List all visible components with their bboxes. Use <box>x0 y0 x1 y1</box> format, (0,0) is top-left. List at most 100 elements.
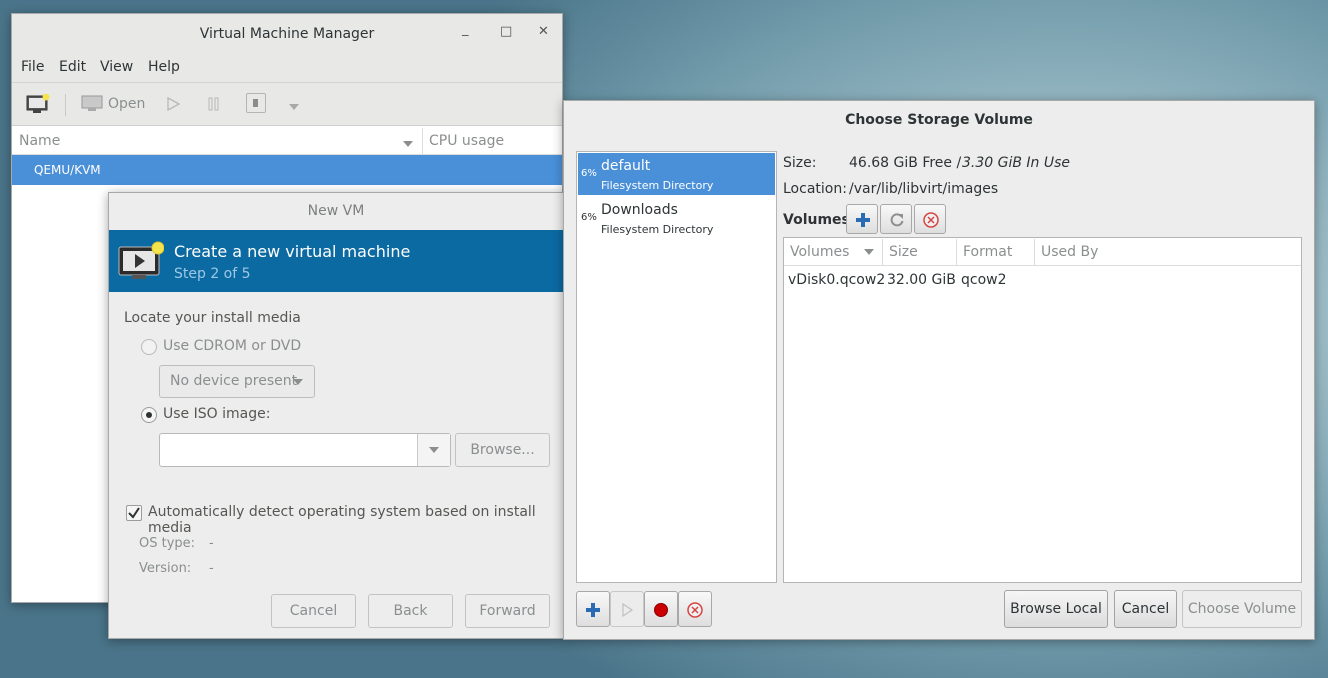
choose-volume-label: Choose Volume <box>1187 601 1297 617</box>
sort-chevron-icon <box>402 137 414 152</box>
pool-usage: 6% <box>581 168 597 179</box>
delete-volume-button[interactable] <box>914 204 946 234</box>
back-button[interactable]: Back <box>368 594 453 628</box>
play-icon <box>622 602 634 618</box>
iso-label: Use ISO image: <box>163 406 271 422</box>
iso-radio[interactable] <box>141 407 157 423</box>
volume-format: qcow2 <box>961 272 1007 288</box>
chevron-down-icon <box>293 379 303 385</box>
iso-dropdown-button[interactable] <box>417 434 450 466</box>
device-select[interactable]: No device present <box>159 365 315 398</box>
location-label: Location: <box>783 181 847 197</box>
start-pool-button[interactable] <box>610 591 644 627</box>
storage-dialog: Choose Storage Volume 6% default Filesys… <box>563 100 1315 640</box>
wizard-header <box>109 230 563 292</box>
column-divider <box>882 239 883 265</box>
chevron-down-icon <box>429 447 439 453</box>
menu-file[interactable]: File <box>21 59 44 75</box>
refresh-volumes-button[interactable] <box>880 204 912 234</box>
cancel-label: Cancel <box>289 603 338 619</box>
monitor-icon <box>81 95 103 117</box>
pool-usage: 6% <box>581 212 597 223</box>
refresh-icon <box>890 213 904 227</box>
open-button[interactable]: Open <box>108 96 145 112</box>
header-format[interactable]: Format <box>963 244 1012 260</box>
volumes-table: Volumes Size Format Used By vDisk0.qcow2… <box>783 237 1302 583</box>
pool-type: Filesystem Directory <box>601 223 714 236</box>
pool-list: 6% default Filesystem Directory 6% Downl… <box>576 151 777 583</box>
maximize-icon[interactable]: □ <box>500 24 512 39</box>
new-vm-icon[interactable] <box>26 93 50 114</box>
version-value: - <box>209 561 214 576</box>
wizard-title: Create a new virtual machine <box>174 242 411 261</box>
vmm-menubar <box>12 58 562 82</box>
connection-label: QEMU/KVM <box>34 163 101 177</box>
stop-pool-button[interactable] <box>644 591 678 627</box>
volume-size: 32.00 GiB <box>887 272 956 288</box>
vmm-title: Virtual Machine Manager <box>199 26 375 42</box>
header-size[interactable]: Size <box>889 244 918 260</box>
vm-wizard-icon <box>118 241 165 285</box>
delete-icon <box>923 212 939 228</box>
add-volume-button[interactable] <box>846 204 878 234</box>
sort-chevron-icon <box>864 249 874 255</box>
stop-icon <box>654 603 668 617</box>
column-cpu-usage[interactable]: CPU usage <box>429 133 504 149</box>
size-used: 3.30 GiB In Use <box>962 155 1071 171</box>
chevron-down-icon[interactable] <box>288 100 300 115</box>
autodetect-checkbox[interactable] <box>126 505 142 521</box>
location-value: /var/lib/libvirt/images <box>849 181 999 197</box>
header-used-by[interactable]: Used By <box>1041 244 1098 260</box>
delete-icon <box>687 602 703 618</box>
play-icon[interactable] <box>166 96 181 115</box>
volume-name: vDisk0.qcow2 <box>788 272 886 288</box>
add-pool-button[interactable] <box>576 591 610 627</box>
cancel-button[interactable]: Cancel <box>271 594 356 628</box>
browse-local-label: Browse Local <box>1010 601 1102 617</box>
plus-icon <box>856 213 870 227</box>
iso-path-input[interactable] <box>159 433 451 467</box>
column-divider <box>956 239 957 265</box>
column-divider <box>1034 239 1035 265</box>
wizard-step: Step 2 of 5 <box>174 266 251 282</box>
header-volumes[interactable]: Volumes <box>790 244 849 260</box>
os-type-label: OS type: <box>139 536 196 551</box>
locate-media-label: Locate your install media <box>124 310 301 326</box>
browse-button[interactable]: Browse... <box>455 433 550 467</box>
browse-label: Browse... <box>470 442 535 458</box>
size-label: Size: <box>783 155 817 171</box>
version-label: Version: <box>139 561 192 576</box>
new-vm-title: New VM <box>307 203 365 219</box>
volumes-label: Volumes <box>783 212 850 228</box>
menu-help[interactable]: Help <box>148 59 180 75</box>
toolbar-separator <box>65 94 66 116</box>
cdrom-label: Use CDROM or DVD <box>163 338 302 354</box>
menu-edit[interactable]: Edit <box>59 59 86 75</box>
autodetect-label: Automatically detect operating system ba… <box>148 504 536 536</box>
column-name[interactable]: Name <box>19 133 60 149</box>
minimize-icon[interactable]: _ <box>462 22 469 37</box>
pause-icon[interactable] <box>207 97 221 115</box>
storage-title: Choose Storage Volume <box>845 112 1033 128</box>
column-divider <box>422 128 423 154</box>
pool-name: Downloads <box>601 202 678 218</box>
new-vm-dialog: New VM Create a new virtual machine Step… <box>108 192 564 639</box>
shutdown-icon[interactable] <box>246 93 266 113</box>
choose-volume-button[interactable]: Choose Volume <box>1182 590 1302 628</box>
pool-name: default <box>601 158 651 174</box>
plus-icon <box>586 603 600 617</box>
cancel-button[interactable]: Cancel <box>1114 590 1177 628</box>
os-type-value: - <box>209 536 214 551</box>
cancel-label: Cancel <box>1121 601 1170 617</box>
menu-view[interactable]: View <box>100 59 133 75</box>
cdrom-radio[interactable] <box>141 339 157 355</box>
size-free: 46.68 GiB Free / <box>849 155 966 171</box>
table-row[interactable]: vDisk0.qcow2 32.00 GiB qcow2 <box>784 267 1301 295</box>
forward-button[interactable]: Forward <box>465 594 550 628</box>
delete-pool-button[interactable] <box>678 591 712 627</box>
pool-type: Filesystem Directory <box>601 179 714 192</box>
close-icon[interactable]: ✕ <box>538 24 549 39</box>
forward-label: Forward <box>479 603 536 619</box>
browse-local-button[interactable]: Browse Local <box>1004 590 1108 628</box>
back-label: Back <box>393 603 428 619</box>
